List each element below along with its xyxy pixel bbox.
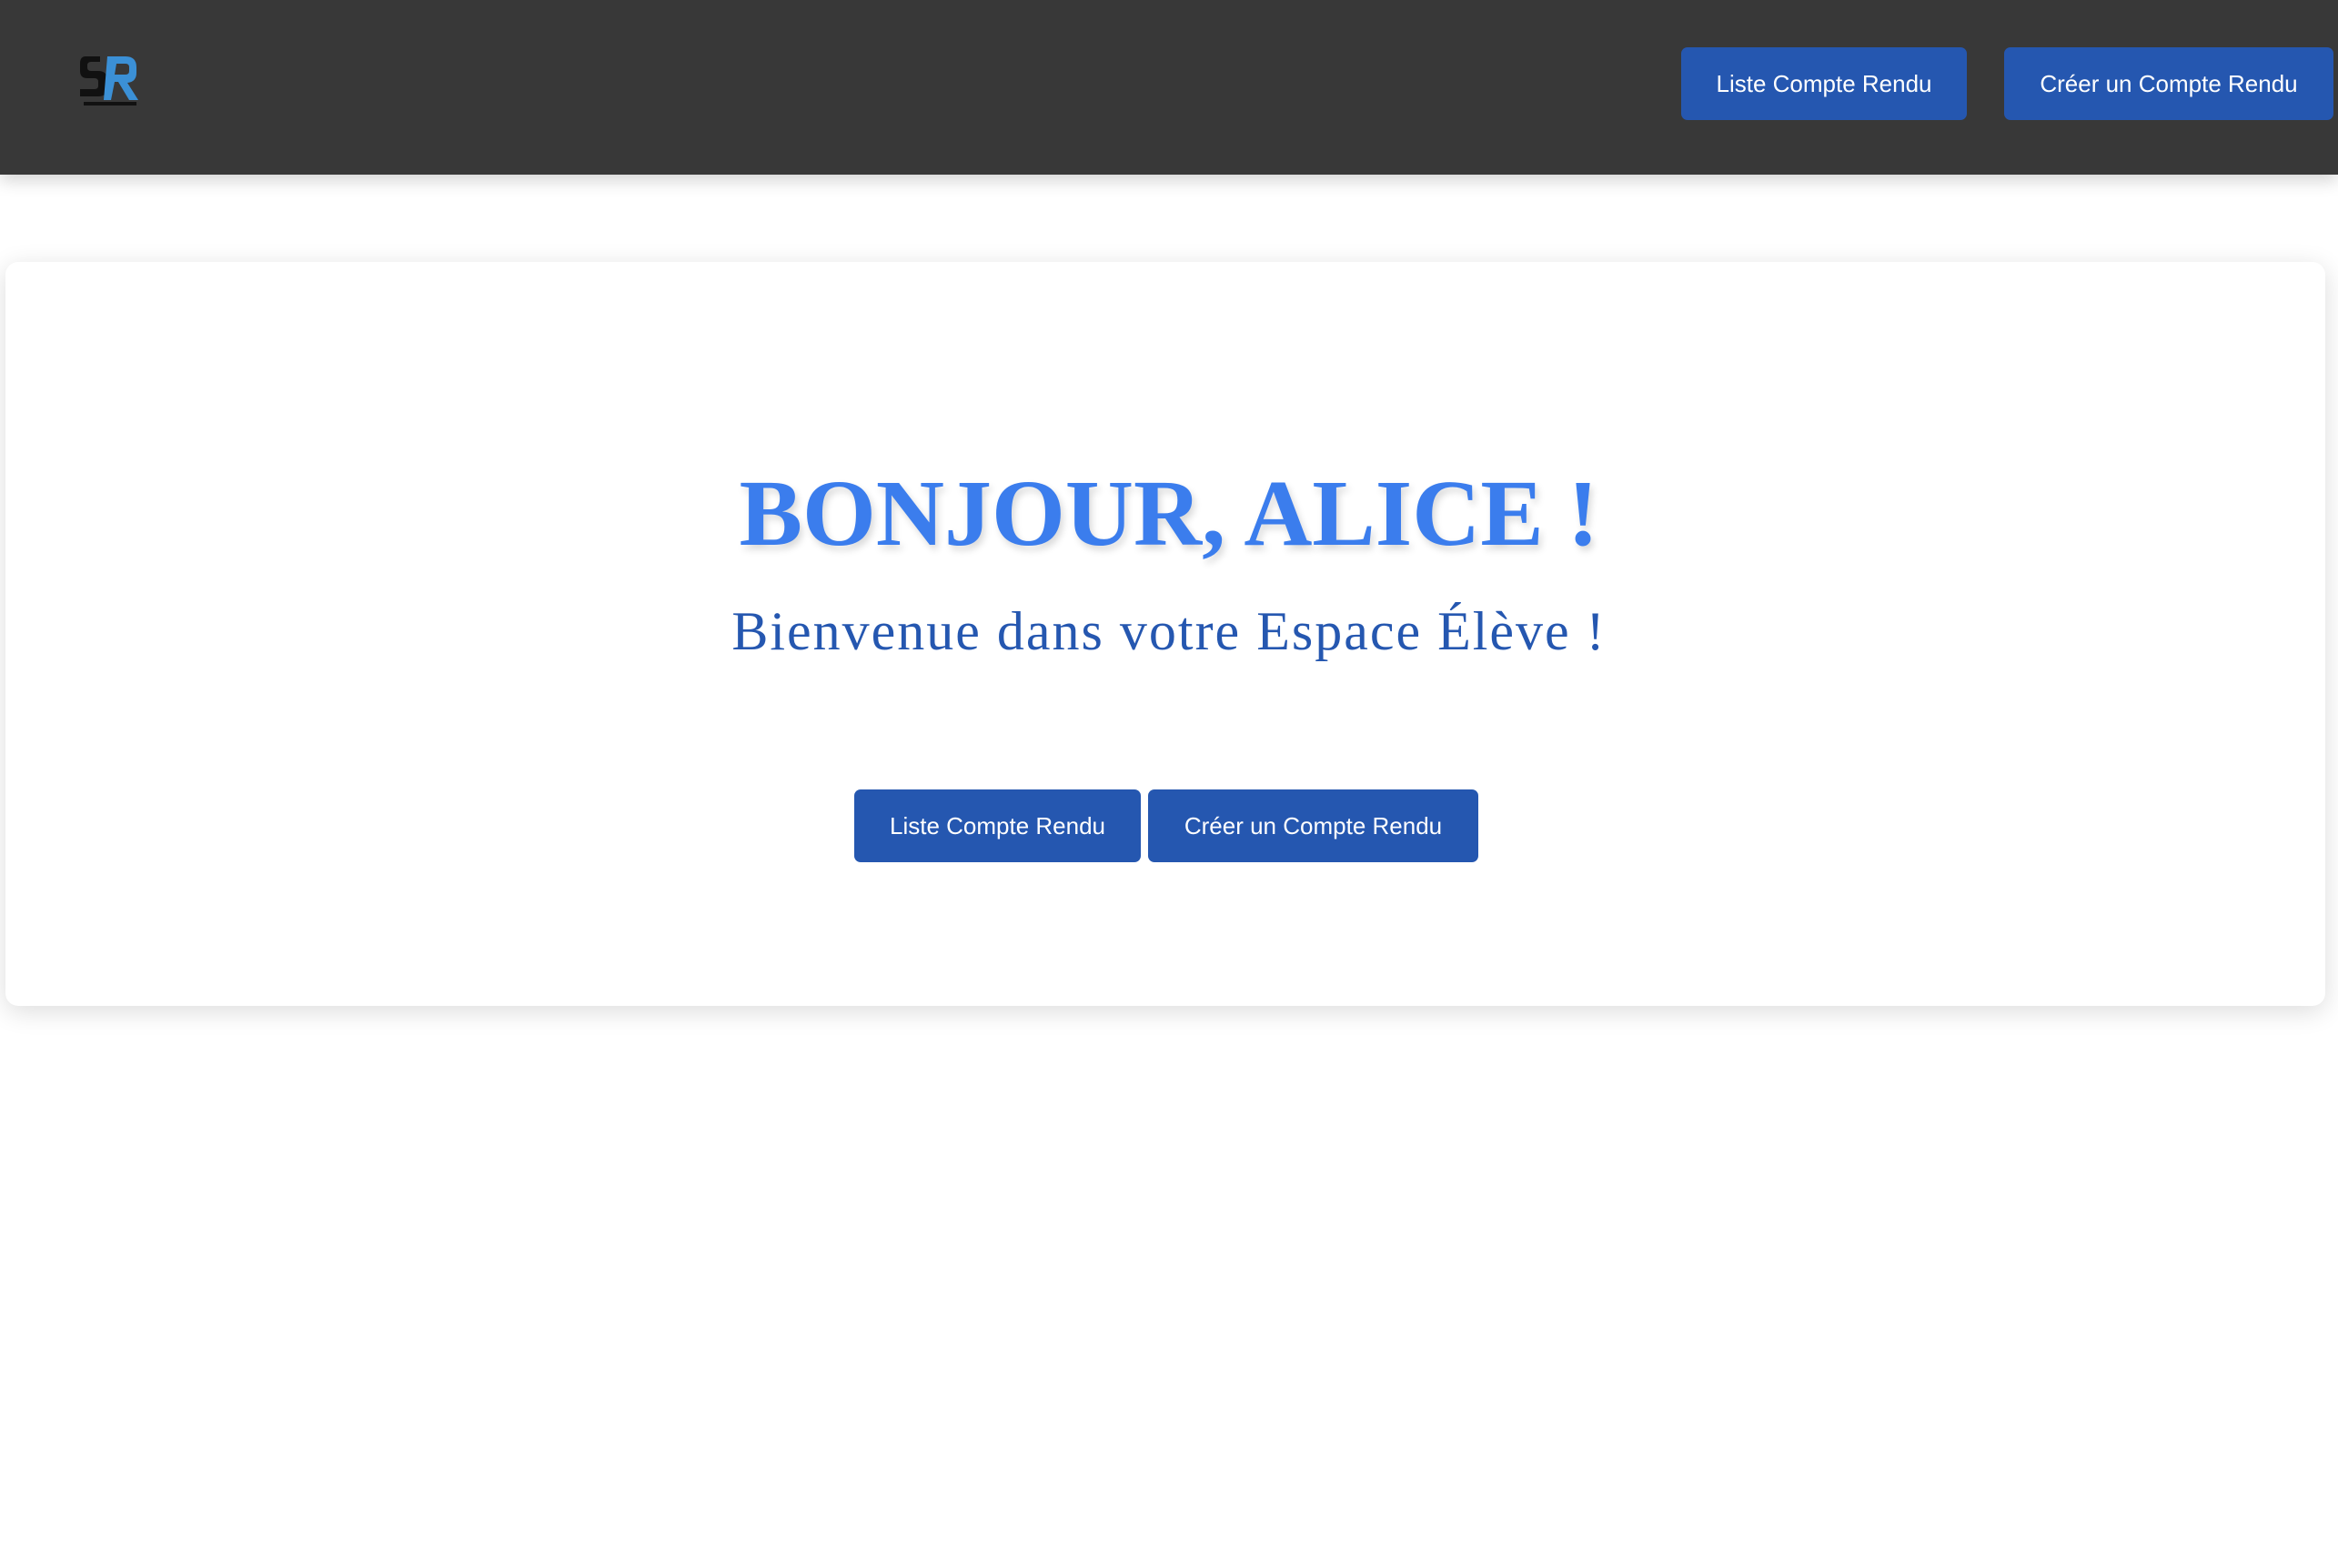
welcome-subtitle: Bienvenue dans votre Espace Élève !	[731, 601, 1607, 661]
stagereport-logo-icon[interactable]	[80, 55, 142, 109]
create-compte-rendu-button[interactable]: Créer un Compte Rendu	[1148, 789, 1478, 862]
greeting-heading: BONJOUR, ALICE !	[739, 461, 1599, 566]
nav-list-compte-rendu-button[interactable]: Liste Compte Rendu	[1681, 47, 1967, 120]
nav-create-compte-rendu-button[interactable]: Créer un Compte Rendu	[2004, 47, 2333, 120]
top-navigation-bar: Liste Compte Rendu Créer un Compte Rendu	[0, 0, 2338, 175]
list-compte-rendu-button[interactable]: Liste Compte Rendu	[854, 789, 1141, 862]
